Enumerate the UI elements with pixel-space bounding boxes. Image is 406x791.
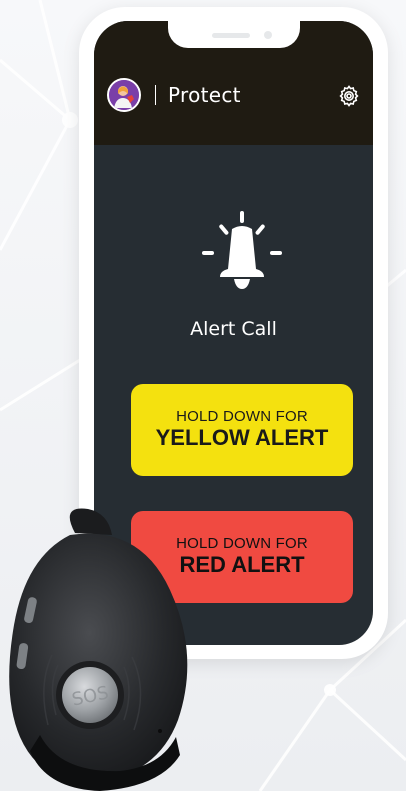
alert-call-label: Alert Call xyxy=(190,318,277,340)
gear-icon[interactable] xyxy=(337,84,361,108)
bell-icon xyxy=(202,211,282,289)
marketing-scene: Protect Alert Call HOLD DOWN FOR YELLOW … xyxy=(0,0,406,791)
yellow-button-line2: YELLOW ALERT xyxy=(155,425,329,450)
avatar-person-icon xyxy=(109,80,139,110)
yellow-button-line1: HOLD DOWN FOR xyxy=(176,408,308,425)
header-divider xyxy=(155,85,156,105)
yellow-alert-button[interactable]: HOLD DOWN FOR YELLOW ALERT xyxy=(131,384,353,476)
sos-device-image: SOS xyxy=(9,508,188,791)
phone-notch xyxy=(168,21,300,48)
user-avatar[interactable] xyxy=(107,78,141,112)
app-title: Protect xyxy=(168,83,241,107)
front-camera xyxy=(264,31,272,39)
speaker-grille xyxy=(212,33,250,38)
